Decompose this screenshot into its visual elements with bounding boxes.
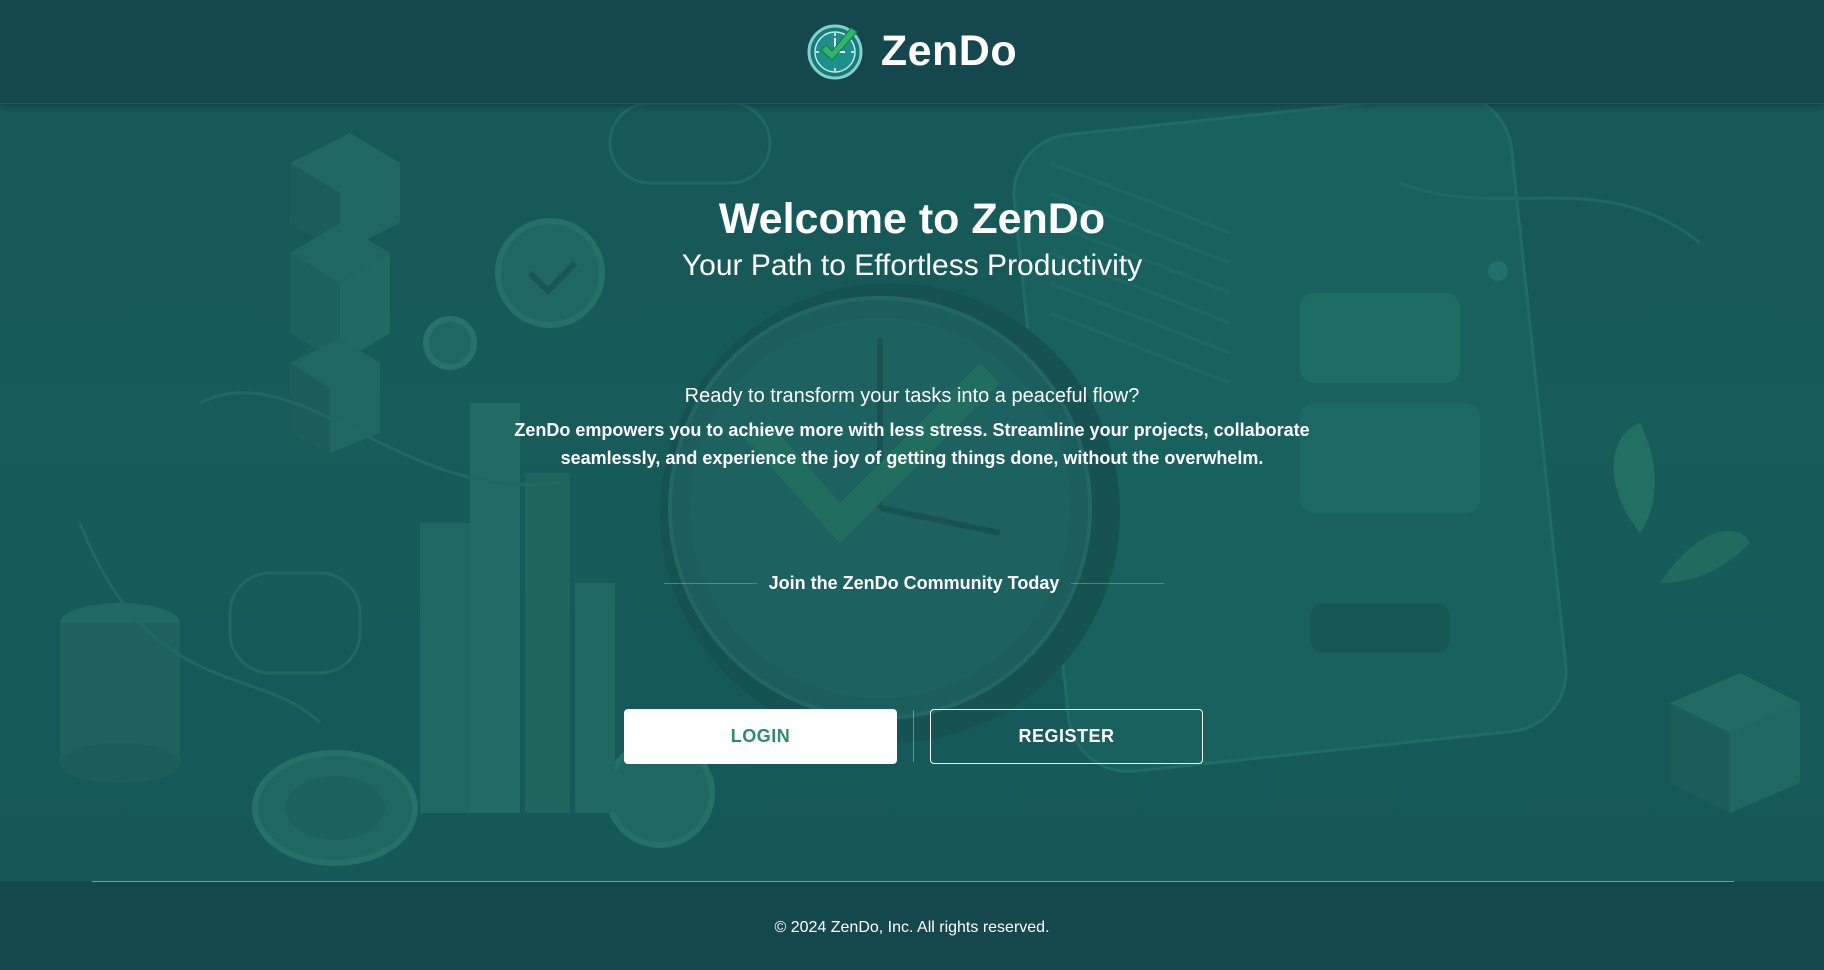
hero-section: Welcome to ZenDo Your Path to Effortless…	[0, 103, 1824, 881]
button-separator	[913, 710, 914, 762]
community-label: Join the ZenDo Community Today	[768, 572, 1060, 593]
footer-divider	[92, 881, 1734, 882]
clock-check-icon	[807, 24, 863, 79]
copyright-text: © 2024 ZenDo, Inc. All rights reserved.	[774, 919, 1050, 936]
login-button[interactable]: LOGIN	[624, 708, 897, 764]
hero-question: Ready to transform your tasks into a pea…	[684, 385, 1140, 407]
brand-name: ZenDo	[880, 27, 1018, 75]
page-subtitle: Your Path to Effortless Productivity	[681, 249, 1143, 282]
divider-line-right	[1071, 582, 1165, 584]
divider-line-left	[664, 582, 757, 584]
brand[interactable]: ZenDo	[807, 24, 1017, 80]
page-title: Welcome to ZenDo	[718, 195, 1106, 243]
register-button[interactable]: REGISTER	[930, 708, 1203, 764]
top-header: ZenDo	[0, 0, 1824, 104]
auth-buttons: LOGIN REGISTER	[624, 708, 1203, 764]
landing-page: ZenDo Welcome to ZenDo Your Path to Effo…	[0, 0, 1824, 970]
community-divider: Join the ZenDo Community Today	[664, 568, 1165, 598]
hero-content: Welcome to ZenDo Your Path to Effortless…	[0, 103, 1824, 881]
footer: © 2024 ZenDo, Inc. All rights reserved.	[0, 881, 1824, 970]
hero-description: ZenDo empowers you to achieve more with …	[514, 420, 1310, 468]
